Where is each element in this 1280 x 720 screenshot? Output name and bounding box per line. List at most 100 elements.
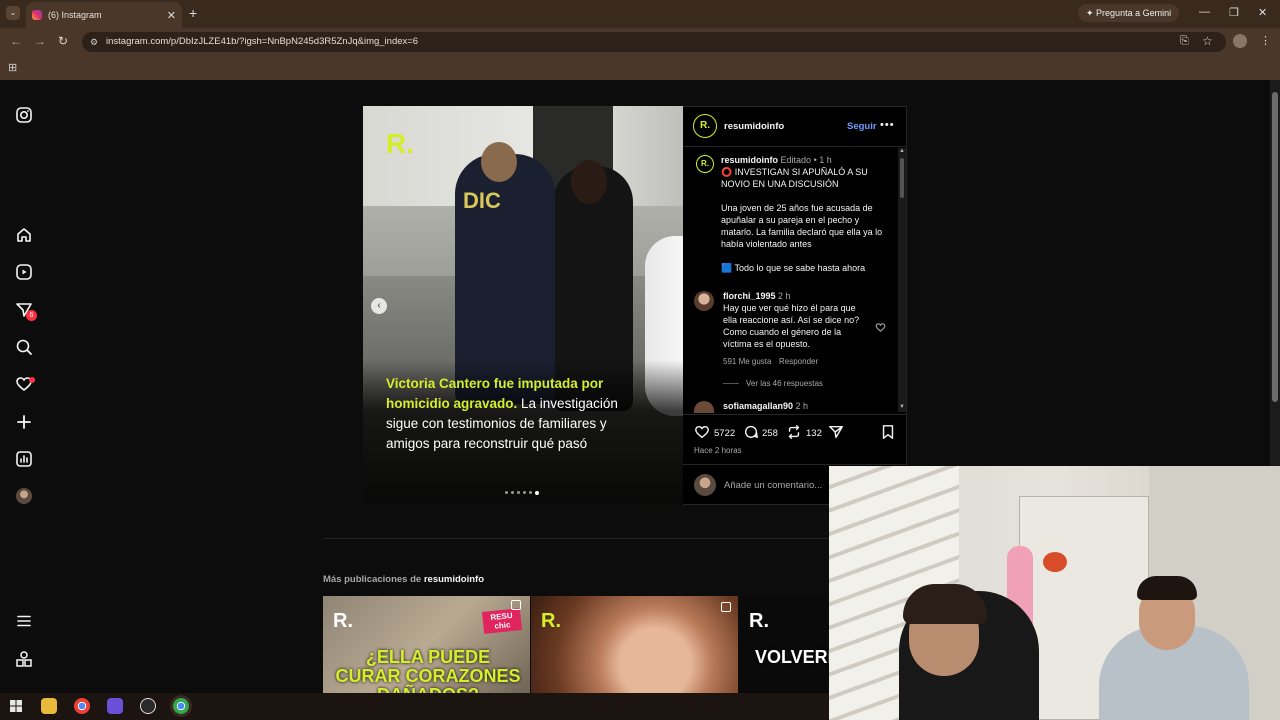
caption-body-line-2: apuñalar a su pareja en el pecho y — [721, 215, 860, 225]
reload-icon[interactable]: ↻ — [58, 34, 68, 48]
install-app-icon[interactable]: ⎘ — [1180, 35, 1189, 48]
add-comment-input[interactable]: Añade un comentario... — [724, 480, 822, 491]
dashboard-icon[interactable] — [15, 450, 33, 468]
file-explorer-icon[interactable] — [41, 698, 57, 714]
comment-header-2: sofiamagallan90 2 h — [723, 401, 808, 411]
thumb-brand: R. — [749, 610, 769, 632]
page-scrollbar-thumb[interactable] — [1272, 92, 1278, 402]
chrome-icon[interactable] — [74, 698, 90, 714]
more-post-thumb-1[interactable]: R. RESU chic ¿ELLA PUEDE CURAR CORAZONES… — [323, 596, 530, 693]
more-posts-user[interactable]: resumidoinfo — [424, 574, 484, 585]
scroll-up-icon[interactable]: ▲ — [899, 148, 905, 154]
profile-avatar-icon[interactable] — [1233, 34, 1247, 48]
search-icon[interactable] — [15, 338, 33, 356]
minimize-button[interactable]: — — [1199, 6, 1210, 18]
profile-icon[interactable] — [15, 487, 33, 505]
more-post-thumb-3[interactable]: R. VOLVEREM AL DEMO — [739, 596, 829, 693]
address-bar[interactable]: ⚙ instagram.com/p/DbIzJLZE41b/?igsh=NnBp… — [82, 32, 1226, 52]
instagram-favicon-icon — [32, 10, 42, 20]
new-tab-button[interactable]: + — [189, 5, 197, 21]
carousel-dot — [535, 490, 539, 495]
app-icon-purple[interactable] — [107, 698, 123, 714]
reels-icon[interactable] — [15, 263, 33, 281]
carousel-dots — [505, 490, 539, 495]
more-posts-label: Más publicaciones de resumidoinfo — [323, 574, 484, 585]
instagram-icon[interactable] — [15, 106, 33, 124]
forward-arrow-icon[interactable]: → — [34, 34, 46, 48]
thumb-badge: RESU chic — [481, 608, 523, 634]
comment-avatar[interactable] — [694, 291, 714, 311]
site-info-icon[interactable]: ⚙ — [90, 32, 98, 52]
caption-author-avatar[interactable]: R. — [696, 155, 714, 173]
caption-username[interactable]: resumidoinfo — [721, 155, 778, 165]
save-icon[interactable] — [880, 424, 896, 445]
gemini-button[interactable]: ✦ Pregunta a Gemini — [1078, 4, 1180, 22]
close-window-button[interactable]: ✕ — [1258, 6, 1267, 19]
comment-count[interactable]: 258 — [762, 428, 778, 439]
apps-grid-icon[interactable]: ⊞ — [8, 61, 17, 74]
comment-username-2[interactable]: sofiamagallan90 — [723, 401, 793, 411]
follow-button[interactable]: Seguir — [847, 121, 877, 132]
view-replies-line — [723, 383, 739, 384]
comments-scrollbar-thumb[interactable] — [900, 158, 904, 198]
like-count[interactable]: 5722 — [714, 428, 735, 439]
tab-title: (6) Instagram — [48, 10, 102, 20]
comment-line-1: Hay que ver qué hizo él para que — [723, 303, 856, 313]
notifications-dot — [29, 377, 35, 383]
back-arrow-icon[interactable]: ← — [10, 34, 22, 48]
view-replies-button[interactable]: Ver las 46 respuestas — [746, 379, 823, 388]
tab-search-button[interactable]: ⌄ — [6, 6, 20, 20]
scroll-down-icon[interactable]: ▼ — [899, 404, 905, 410]
actions-divider — [683, 414, 907, 415]
more-post-thumb-2[interactable]: R. — [531, 596, 738, 693]
comment-time: 2 h — [778, 291, 791, 301]
brand-logo: R. — [386, 128, 414, 159]
browser-menu-icon[interactable]: ⋮ — [1260, 34, 1271, 47]
caption-body-line-4: había violentado antes — [721, 239, 812, 249]
repost-count[interactable]: 132 — [806, 428, 822, 439]
more-posts-prefix: Más publicaciones de — [323, 574, 424, 585]
like-icon[interactable] — [694, 424, 710, 445]
carousel-dot — [517, 491, 520, 494]
carousel-dot — [529, 491, 532, 494]
carousel-indicator-icon — [721, 602, 731, 612]
webcam-person-left-hair — [903, 584, 987, 624]
carousel-dot — [511, 491, 514, 494]
browser-tab-instagram[interactable]: (6) Instagram ✕ — [26, 2, 182, 28]
comment-username[interactable]: florchi_1995 — [723, 291, 776, 301]
post-author-username[interactable]: resumidoinfo — [724, 121, 784, 132]
home-icon[interactable] — [15, 226, 33, 244]
comment-like-icon[interactable] — [875, 320, 886, 338]
panel-header-divider — [683, 146, 907, 147]
carousel-indicator-icon — [511, 600, 521, 610]
restore-button[interactable]: ❐ — [1229, 6, 1239, 19]
thumb-title: ¿ELLA PUEDE CURAR CORAZONES DAÑADOS? — [335, 647, 521, 694]
create-icon[interactable] — [15, 413, 33, 431]
more-options-icon[interactable]: ••• — [880, 119, 895, 131]
media-caption: Victoria Cantero fue imputada por homici… — [386, 374, 646, 454]
webcam-overlay — [829, 466, 1280, 720]
url-text: instagram.com/p/DbIzJLZE41b/?igsh=NnBpN2… — [106, 36, 419, 47]
carousel-prev-button[interactable]: ‹ — [371, 298, 387, 314]
comment-reply-button[interactable]: Responder — [779, 357, 818, 366]
repost-icon[interactable] — [786, 424, 802, 445]
menu-icon[interactable] — [15, 612, 33, 630]
webcam-person-right-hair — [1137, 576, 1197, 600]
app-icon-obs[interactable] — [140, 698, 156, 714]
post-author-avatar[interactable]: R. — [693, 114, 717, 138]
comment-line-2: ella reaccione así. Así se dice no? — [723, 315, 860, 325]
comment-line-4: víctima es el opuesto. — [723, 339, 811, 349]
comment-time-2: 2 h — [795, 401, 809, 411]
comment-icon[interactable] — [743, 424, 759, 445]
share-icon[interactable] — [828, 424, 844, 445]
bookmark-star-icon[interactable]: ☆ — [1202, 34, 1213, 48]
tab-close-icon[interactable]: ✕ — [167, 9, 176, 22]
chrome-active-icon[interactable] — [173, 698, 189, 714]
current-user-avatar — [694, 474, 716, 496]
comment-likes[interactable]: 591 Me gusta — [723, 357, 771, 366]
carousel-dot — [523, 491, 526, 494]
threads-icon[interactable] — [15, 650, 33, 668]
caption-line-1: ⭕ INVESTIGAN SI APUÑALÓ A SU — [721, 167, 868, 177]
caption-header: resumidoinfo Editado • 1 h — [721, 155, 832, 165]
windows-start-icon[interactable] — [8, 698, 24, 714]
